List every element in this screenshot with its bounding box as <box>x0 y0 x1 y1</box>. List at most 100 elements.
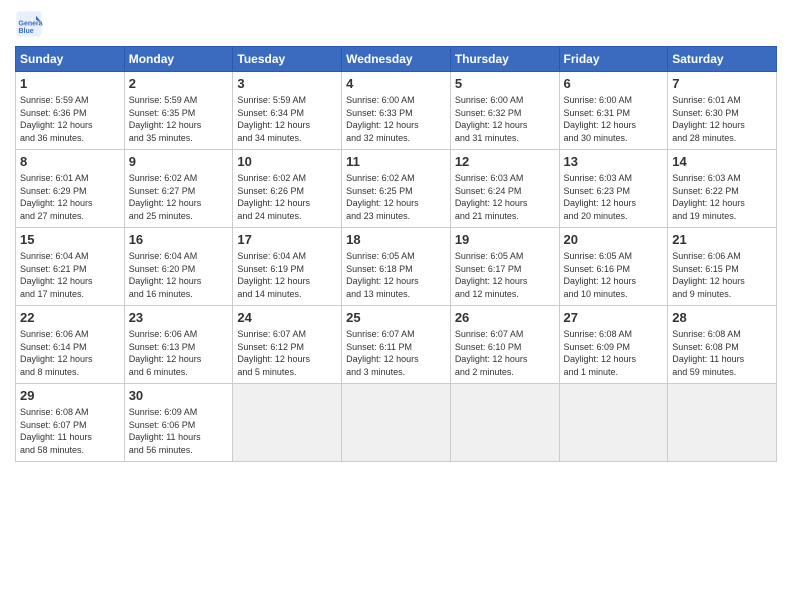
col-header-saturday: Saturday <box>668 47 777 72</box>
calendar-day-29: 29Sunrise: 6:08 AM Sunset: 6:07 PM Dayli… <box>16 384 125 462</box>
day-info: Sunrise: 6:07 AM Sunset: 6:11 PM Dayligh… <box>346 328 446 378</box>
day-number: 14 <box>672 153 772 171</box>
day-info: Sunrise: 6:00 AM Sunset: 6:32 PM Dayligh… <box>455 94 555 144</box>
day-number: 20 <box>564 231 664 249</box>
day-info: Sunrise: 6:04 AM Sunset: 6:20 PM Dayligh… <box>129 250 229 300</box>
calendar-day-23: 23Sunrise: 6:06 AM Sunset: 6:13 PM Dayli… <box>124 306 233 384</box>
day-info: Sunrise: 6:08 AM Sunset: 6:09 PM Dayligh… <box>564 328 664 378</box>
day-info: Sunrise: 6:03 AM Sunset: 6:22 PM Dayligh… <box>672 172 772 222</box>
calendar-day-28: 28Sunrise: 6:08 AM Sunset: 6:08 PM Dayli… <box>668 306 777 384</box>
header: General Blue <box>15 10 777 38</box>
calendar-day-empty <box>559 384 668 462</box>
day-number: 6 <box>564 75 664 93</box>
calendar-week-row: 15Sunrise: 6:04 AM Sunset: 6:21 PM Dayli… <box>16 228 777 306</box>
calendar-day-26: 26Sunrise: 6:07 AM Sunset: 6:10 PM Dayli… <box>450 306 559 384</box>
day-info: Sunrise: 6:05 AM Sunset: 6:17 PM Dayligh… <box>455 250 555 300</box>
day-number: 29 <box>20 387 120 405</box>
calendar-day-empty <box>342 384 451 462</box>
calendar-week-row: 29Sunrise: 6:08 AM Sunset: 6:07 PM Dayli… <box>16 384 777 462</box>
calendar-day-2: 2Sunrise: 5:59 AM Sunset: 6:35 PM Daylig… <box>124 72 233 150</box>
calendar-day-3: 3Sunrise: 5:59 AM Sunset: 6:34 PM Daylig… <box>233 72 342 150</box>
calendar-day-5: 5Sunrise: 6:00 AM Sunset: 6:32 PM Daylig… <box>450 72 559 150</box>
calendar-day-22: 22Sunrise: 6:06 AM Sunset: 6:14 PM Dayli… <box>16 306 125 384</box>
calendar-day-13: 13Sunrise: 6:03 AM Sunset: 6:23 PM Dayli… <box>559 150 668 228</box>
calendar-day-20: 20Sunrise: 6:05 AM Sunset: 6:16 PM Dayli… <box>559 228 668 306</box>
day-info: Sunrise: 6:01 AM Sunset: 6:30 PM Dayligh… <box>672 94 772 144</box>
day-number: 7 <box>672 75 772 93</box>
day-info: Sunrise: 6:02 AM Sunset: 6:25 PM Dayligh… <box>346 172 446 222</box>
day-number: 27 <box>564 309 664 327</box>
calendar-header-row: SundayMondayTuesdayWednesdayThursdayFrid… <box>16 47 777 72</box>
day-info: Sunrise: 6:01 AM Sunset: 6:29 PM Dayligh… <box>20 172 120 222</box>
col-header-monday: Monday <box>124 47 233 72</box>
day-info: Sunrise: 6:08 AM Sunset: 6:08 PM Dayligh… <box>672 328 772 378</box>
day-info: Sunrise: 6:04 AM Sunset: 6:21 PM Dayligh… <box>20 250 120 300</box>
day-number: 1 <box>20 75 120 93</box>
page-container: General Blue SundayMondayTuesdayWednesda… <box>0 0 792 472</box>
calendar-day-15: 15Sunrise: 6:04 AM Sunset: 6:21 PM Dayli… <box>16 228 125 306</box>
calendar-day-empty <box>233 384 342 462</box>
day-number: 5 <box>455 75 555 93</box>
day-number: 25 <box>346 309 446 327</box>
day-info: Sunrise: 6:09 AM Sunset: 6:06 PM Dayligh… <box>129 406 229 456</box>
col-header-thursday: Thursday <box>450 47 559 72</box>
day-number: 17 <box>237 231 337 249</box>
day-number: 10 <box>237 153 337 171</box>
calendar-day-21: 21Sunrise: 6:06 AM Sunset: 6:15 PM Dayli… <box>668 228 777 306</box>
day-number: 21 <box>672 231 772 249</box>
calendar-day-18: 18Sunrise: 6:05 AM Sunset: 6:18 PM Dayli… <box>342 228 451 306</box>
calendar-day-30: 30Sunrise: 6:09 AM Sunset: 6:06 PM Dayli… <box>124 384 233 462</box>
day-info: Sunrise: 6:06 AM Sunset: 6:15 PM Dayligh… <box>672 250 772 300</box>
day-info: Sunrise: 6:02 AM Sunset: 6:26 PM Dayligh… <box>237 172 337 222</box>
day-info: Sunrise: 6:02 AM Sunset: 6:27 PM Dayligh… <box>129 172 229 222</box>
day-number: 3 <box>237 75 337 93</box>
day-number: 8 <box>20 153 120 171</box>
calendar-day-12: 12Sunrise: 6:03 AM Sunset: 6:24 PM Dayli… <box>450 150 559 228</box>
day-info: Sunrise: 5:59 AM Sunset: 6:34 PM Dayligh… <box>237 94 337 144</box>
calendar-day-empty <box>450 384 559 462</box>
day-number: 4 <box>346 75 446 93</box>
day-info: Sunrise: 6:03 AM Sunset: 6:23 PM Dayligh… <box>564 172 664 222</box>
day-info: Sunrise: 6:05 AM Sunset: 6:16 PM Dayligh… <box>564 250 664 300</box>
calendar-day-8: 8Sunrise: 6:01 AM Sunset: 6:29 PM Daylig… <box>16 150 125 228</box>
calendar-day-14: 14Sunrise: 6:03 AM Sunset: 6:22 PM Dayli… <box>668 150 777 228</box>
day-number: 22 <box>20 309 120 327</box>
day-number: 30 <box>129 387 229 405</box>
col-header-friday: Friday <box>559 47 668 72</box>
col-header-sunday: Sunday <box>16 47 125 72</box>
day-number: 11 <box>346 153 446 171</box>
day-number: 23 <box>129 309 229 327</box>
day-number: 9 <box>129 153 229 171</box>
svg-text:Blue: Blue <box>19 28 34 35</box>
calendar-table: SundayMondayTuesdayWednesdayThursdayFrid… <box>15 46 777 462</box>
calendar-week-row: 1Sunrise: 5:59 AM Sunset: 6:36 PM Daylig… <box>16 72 777 150</box>
calendar-day-7: 7Sunrise: 6:01 AM Sunset: 6:30 PM Daylig… <box>668 72 777 150</box>
calendar-day-24: 24Sunrise: 6:07 AM Sunset: 6:12 PM Dayli… <box>233 306 342 384</box>
day-number: 15 <box>20 231 120 249</box>
day-info: Sunrise: 6:05 AM Sunset: 6:18 PM Dayligh… <box>346 250 446 300</box>
day-info: Sunrise: 6:00 AM Sunset: 6:31 PM Dayligh… <box>564 94 664 144</box>
calendar-day-1: 1Sunrise: 5:59 AM Sunset: 6:36 PM Daylig… <box>16 72 125 150</box>
calendar-day-9: 9Sunrise: 6:02 AM Sunset: 6:27 PM Daylig… <box>124 150 233 228</box>
day-info: Sunrise: 6:00 AM Sunset: 6:33 PM Dayligh… <box>346 94 446 144</box>
day-number: 16 <box>129 231 229 249</box>
day-info: Sunrise: 6:06 AM Sunset: 6:14 PM Dayligh… <box>20 328 120 378</box>
day-info: Sunrise: 6:04 AM Sunset: 6:19 PM Dayligh… <box>237 250 337 300</box>
day-number: 2 <box>129 75 229 93</box>
day-number: 26 <box>455 309 555 327</box>
calendar-day-empty <box>668 384 777 462</box>
day-info: Sunrise: 6:07 AM Sunset: 6:12 PM Dayligh… <box>237 328 337 378</box>
calendar-day-17: 17Sunrise: 6:04 AM Sunset: 6:19 PM Dayli… <box>233 228 342 306</box>
calendar-day-11: 11Sunrise: 6:02 AM Sunset: 6:25 PM Dayli… <box>342 150 451 228</box>
day-number: 13 <box>564 153 664 171</box>
logo-icon: General Blue <box>15 10 43 38</box>
day-info: Sunrise: 5:59 AM Sunset: 6:36 PM Dayligh… <box>20 94 120 144</box>
day-info: Sunrise: 6:07 AM Sunset: 6:10 PM Dayligh… <box>455 328 555 378</box>
day-number: 12 <box>455 153 555 171</box>
day-info: Sunrise: 6:06 AM Sunset: 6:13 PM Dayligh… <box>129 328 229 378</box>
day-info: Sunrise: 6:08 AM Sunset: 6:07 PM Dayligh… <box>20 406 120 456</box>
col-header-wednesday: Wednesday <box>342 47 451 72</box>
calendar-day-19: 19Sunrise: 6:05 AM Sunset: 6:17 PM Dayli… <box>450 228 559 306</box>
day-info: Sunrise: 6:03 AM Sunset: 6:24 PM Dayligh… <box>455 172 555 222</box>
logo: General Blue <box>15 10 47 38</box>
